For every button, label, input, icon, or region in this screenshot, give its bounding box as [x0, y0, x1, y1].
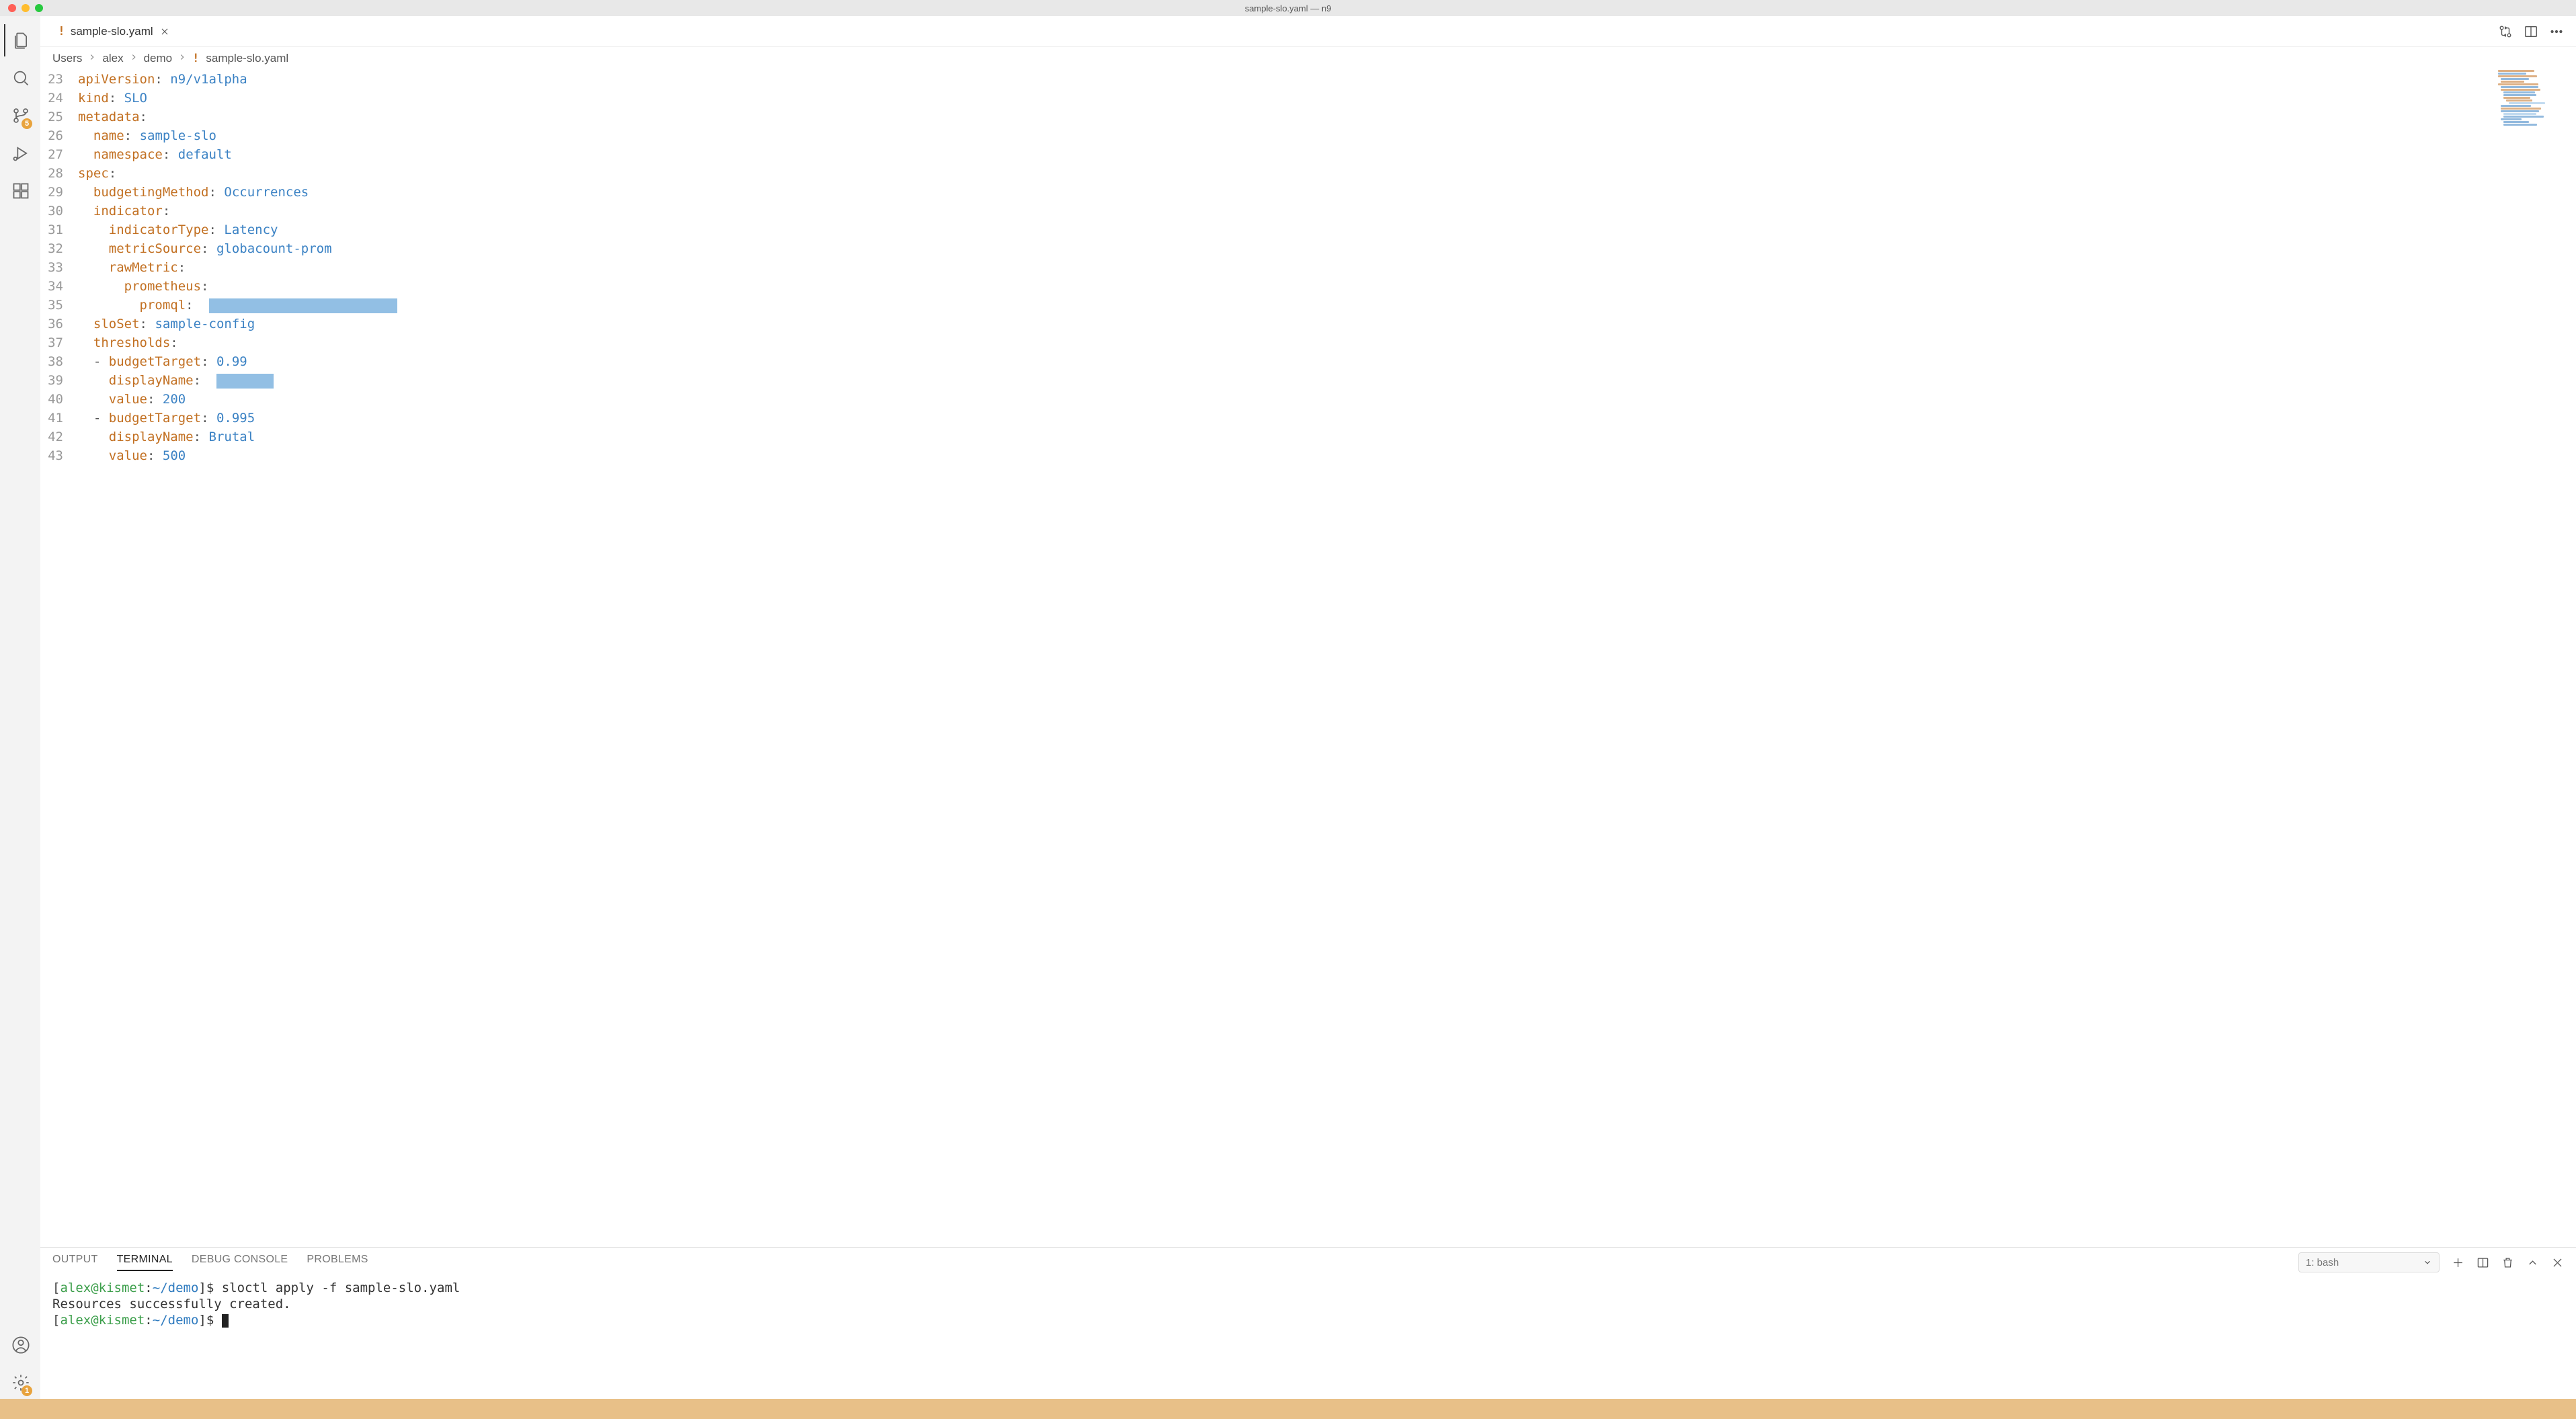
accounts-activity[interactable]	[4, 1329, 36, 1361]
user-icon	[11, 1336, 30, 1354]
chevron-right-icon	[177, 52, 187, 65]
tab-filename: sample-slo.yaml	[71, 25, 153, 38]
split-icon	[2477, 1256, 2489, 1269]
minimize-window-button[interactable]	[22, 4, 30, 12]
maximize-panel-button[interactable]	[2526, 1256, 2539, 1269]
source-control-badge: 5	[22, 118, 32, 129]
terminal-selector[interactable]: 1: bash	[2298, 1252, 2440, 1272]
tab-close-button[interactable]	[159, 26, 171, 38]
explorer-activity[interactable]	[4, 24, 36, 56]
panel-tab-output[interactable]: OUTPUT	[52, 1254, 98, 1271]
git-compare-icon	[2498, 24, 2513, 39]
terminal[interactable]: [alex@kismet:~/demo]$ sloctl apply -f sa…	[40, 1277, 2576, 1399]
workspace: 5 1 ! sample-slo.yaml	[0, 16, 2576, 1399]
panel-tab-row: OUTPUT TERMINAL DEBUG CONSOLE PROBLEMS 1…	[40, 1248, 2576, 1277]
breadcrumb-segment[interactable]: demo	[144, 52, 173, 65]
kill-terminal-button[interactable]	[2501, 1256, 2514, 1269]
status-bar[interactable]	[0, 1399, 2576, 1419]
compare-changes-button[interactable]	[2498, 24, 2513, 39]
more-icon	[2549, 24, 2564, 39]
activity-bar: 5 1	[0, 16, 40, 1399]
settings-activity[interactable]: 1	[4, 1367, 36, 1399]
breadcrumb-segment[interactable]: sample-slo.yaml	[206, 52, 288, 65]
chevron-up-icon	[2526, 1256, 2539, 1269]
close-panel-button[interactable]	[2551, 1256, 2564, 1269]
close-window-button[interactable]	[8, 4, 16, 12]
os-titlebar: sample-slo.yaml — n9	[0, 0, 2576, 16]
yaml-file-icon: !	[192, 52, 199, 65]
editor-column: ! sample-slo.yaml Users	[40, 16, 2576, 1399]
yaml-file-icon: !	[58, 24, 65, 38]
window-title: sample-slo.yaml — n9	[1245, 3, 1332, 13]
panel-tab-problems[interactable]: PROBLEMS	[307, 1254, 368, 1271]
plus-icon	[2452, 1256, 2464, 1269]
close-icon	[160, 27, 169, 36]
split-icon	[2524, 24, 2538, 39]
extensions-activity[interactable]	[4, 175, 36, 207]
search-icon	[11, 69, 30, 87]
traffic-lights	[0, 4, 43, 12]
search-activity[interactable]	[4, 62, 36, 94]
panel-tab-terminal[interactable]: TERMINAL	[117, 1254, 173, 1271]
extensions-icon	[11, 181, 30, 200]
terminal-selector-label: 1: bash	[2306, 1257, 2339, 1268]
panel-tab-debug-console[interactable]: DEBUG CONSOLE	[192, 1254, 288, 1271]
split-terminal-button[interactable]	[2477, 1256, 2489, 1269]
chevron-right-icon	[87, 52, 97, 65]
new-terminal-button[interactable]	[2452, 1256, 2464, 1269]
close-icon	[2551, 1256, 2564, 1269]
code-content[interactable]: apiVersion: n9/v1alphakind: SLOmetadata:…	[78, 70, 2576, 1247]
chevron-down-icon	[2423, 1258, 2432, 1267]
editor-actions	[2498, 24, 2576, 39]
editor-tab-row: ! sample-slo.yaml	[40, 16, 2576, 47]
bottom-panel: OUTPUT TERMINAL DEBUG CONSOLE PROBLEMS 1…	[40, 1247, 2576, 1399]
breadcrumb-segment[interactable]: alex	[102, 52, 123, 65]
maximize-window-button[interactable]	[35, 4, 43, 12]
breadcrumb-segment[interactable]: Users	[52, 52, 82, 65]
run-debug-activity[interactable]	[4, 137, 36, 169]
settings-badge: 1	[22, 1385, 32, 1396]
play-bug-icon	[11, 144, 30, 163]
split-editor-button[interactable]	[2524, 24, 2538, 39]
trash-icon	[2501, 1256, 2514, 1269]
line-number-gutter: 2324252627282930313233343536373839404142…	[40, 70, 78, 1247]
more-actions-button[interactable]	[2549, 24, 2564, 39]
files-icon	[11, 31, 30, 50]
editor-tab[interactable]: ! sample-slo.yaml	[48, 16, 180, 46]
breadcrumbs[interactable]: Users alex demo ! sample-slo.yaml	[40, 47, 2576, 70]
code-editor[interactable]: 2324252627282930313233343536373839404142…	[40, 70, 2576, 1247]
chevron-right-icon	[129, 52, 138, 65]
source-control-activity[interactable]: 5	[4, 99, 36, 132]
panel-actions: 1: bash	[2298, 1252, 2564, 1272]
